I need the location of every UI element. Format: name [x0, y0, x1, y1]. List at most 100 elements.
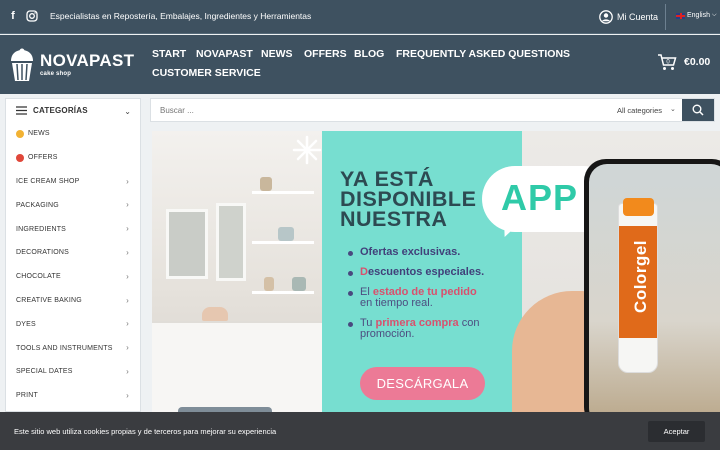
account-label: Mi Cuenta	[617, 12, 659, 22]
category-label: CREATIVE BAKING	[16, 296, 82, 304]
category-item-news[interactable]: NEWS	[6, 122, 140, 146]
chevron-right-icon: ›	[126, 295, 129, 305]
app-label: APP	[501, 177, 579, 218]
chevron-down-icon: ⌵	[711, 12, 717, 18]
category-label: DECORATIONS	[16, 249, 70, 257]
shelf-graphic	[252, 241, 314, 244]
language-selector[interactable]: English ⌵	[676, 12, 717, 19]
counter-graphic	[152, 321, 322, 412]
category-label: CHOCOLATE	[16, 273, 61, 281]
cake-graphic	[202, 307, 228, 321]
product-tube-graphic: Colorgel	[618, 198, 658, 373]
nav-offers[interactable]: OFFERS	[304, 48, 347, 60]
product-name: Colorgel	[631, 240, 650, 313]
chevron-down-icon: ⌄	[124, 107, 131, 116]
category-label: SPECIAL DATES	[16, 368, 73, 376]
chevron-right-icon: ›	[126, 390, 129, 400]
uk-flag-icon	[676, 12, 685, 19]
shelf-graphic	[252, 191, 314, 194]
instagram-icon[interactable]	[26, 10, 38, 22]
category-item-chocolate[interactable]: CHOCOLATE ›	[6, 265, 140, 289]
category-item-tools-and-instruments[interactable]: TOOLS AND INSTRUMENTS ›	[6, 336, 140, 360]
nav-blog[interactable]: BLOG	[354, 48, 384, 60]
category-label: DYES	[16, 320, 36, 328]
download-app-button[interactable]: DESCÁRGALA	[360, 367, 485, 400]
cookie-banner: Este sitio web utiliza cookies propias y…	[0, 412, 720, 450]
account-link[interactable]: Mi Cuenta	[599, 6, 658, 28]
cart-button[interactable]: 0 €0.00	[657, 53, 710, 71]
user-circle-icon	[599, 10, 613, 24]
category-item-packaging[interactable]: PACKAGING ›	[6, 193, 140, 217]
chevron-right-icon: ›	[126, 319, 129, 329]
chevron-right-icon: ›	[126, 176, 129, 186]
jar-graphic	[292, 277, 306, 291]
chevron-down-icon: ⌄	[670, 106, 676, 113]
bullet-item: Tu primera compra con promoción.	[348, 318, 484, 340]
nav-customer-service[interactable]: CUSTOMER SERVICE	[152, 67, 261, 79]
new-badge-icon	[16, 129, 24, 138]
category-item-ice-cream-shop[interactable]: ICE CREAM SHOP ›	[6, 170, 140, 194]
promo-banner[interactable]: YA ESTÁ DISPONIBLE NUESTRA APP Ofertas e…	[152, 131, 720, 412]
category-item-print[interactable]: PRINT ›	[6, 384, 140, 408]
headline-line-3: NUESTRA	[340, 207, 448, 231]
cupcake-icon	[11, 48, 33, 81]
cookie-message: Este sitio web utiliza cookies propias y…	[14, 427, 277, 436]
category-label: PACKAGING	[16, 201, 59, 209]
facebook-icon[interactable]: f	[7, 10, 19, 22]
nav-start[interactable]: START	[152, 48, 186, 60]
accept-cookies-button[interactable]: Aceptar	[648, 421, 705, 442]
category-item-creative-baking[interactable]: CREATIVE BAKING ›	[6, 289, 140, 313]
sparkle-icon	[292, 135, 322, 165]
category-item-offers[interactable]: OFFERS	[6, 146, 140, 170]
nav-faq[interactable]: FREQUENTLY ASKED QUESTIONS	[396, 48, 570, 60]
category-label: INGREDIENTS	[16, 225, 67, 233]
chevron-right-icon: ›	[126, 247, 129, 257]
categories-toggle[interactable]: CATEGORÍAS ⌄	[5, 98, 141, 122]
chevron-right-icon: ›	[126, 224, 129, 234]
jar-graphic	[260, 177, 272, 191]
bullet-item: Descuentos especiales.	[348, 267, 484, 278]
category-list: NEWS OFFERS ICE CREAM SHOP › PACKAGING ›…	[5, 122, 141, 412]
bullet-item: Ofertas exclusivas.	[348, 247, 484, 258]
banner-bullets: Ofertas exclusivas. Descuentos especiale…	[348, 247, 484, 349]
banner-headline: YA ESTÁ DISPONIBLE NUESTRA	[340, 167, 476, 231]
chevron-right-icon: ›	[126, 343, 129, 353]
bullet-item: El estado de tu pedido en tiempo real.	[348, 287, 484, 309]
category-label: PRINT	[16, 392, 38, 400]
window-graphic	[166, 209, 208, 279]
category-item-ingredients[interactable]: INGREDIENTS ›	[6, 217, 140, 241]
window-graphic	[216, 203, 246, 281]
jar-graphic	[278, 227, 294, 241]
hamburger-icon	[16, 106, 27, 115]
jar-graphic	[264, 277, 274, 291]
category-item-special-dates[interactable]: SPECIAL DATES ›	[6, 360, 140, 384]
shelf-graphic	[252, 291, 314, 294]
nav-novapast[interactable]: NOVAPAST	[196, 48, 253, 60]
logo[interactable]: NOVAPAST cake shop	[8, 46, 135, 82]
shopping-cart-icon: 0	[658, 54, 677, 70]
store-tagline: Especialistas en Repostería, Embalajes, …	[50, 11, 312, 21]
language-label: English	[687, 12, 710, 19]
cart-total: €0.00	[684, 56, 711, 68]
bakery-photo	[152, 131, 322, 412]
category-label: ICE CREAM SHOP	[16, 177, 80, 185]
category-item-decorations[interactable]: DECORATIONS ›	[6, 241, 140, 265]
category-item-dyes[interactable]: DYES ›	[6, 312, 140, 336]
search-bar: All categories ⌄	[150, 98, 715, 122]
chevron-right-icon: ›	[126, 271, 129, 281]
offer-badge-icon	[16, 153, 24, 162]
category-label: NEWS	[28, 130, 50, 138]
divider	[665, 4, 666, 30]
nav-news[interactable]: NEWS	[261, 48, 293, 60]
search-category-select[interactable]: All categories	[617, 106, 662, 115]
headline-line-1: YA ESTÁ	[340, 167, 434, 191]
search-input[interactable]	[151, 99, 601, 121]
search-icon	[692, 104, 704, 116]
category-label: OFFERS	[28, 154, 58, 162]
chevron-right-icon: ›	[126, 200, 129, 210]
search-button[interactable]	[682, 99, 714, 121]
top-bar: f Especialistas en Repostería, Embalajes…	[0, 0, 720, 34]
tube-cap	[623, 198, 654, 216]
main-header: NOVAPAST cake shop START NOVAPAST NEWS O…	[0, 35, 720, 94]
logo-brand: NOVAPAST	[40, 51, 135, 70]
